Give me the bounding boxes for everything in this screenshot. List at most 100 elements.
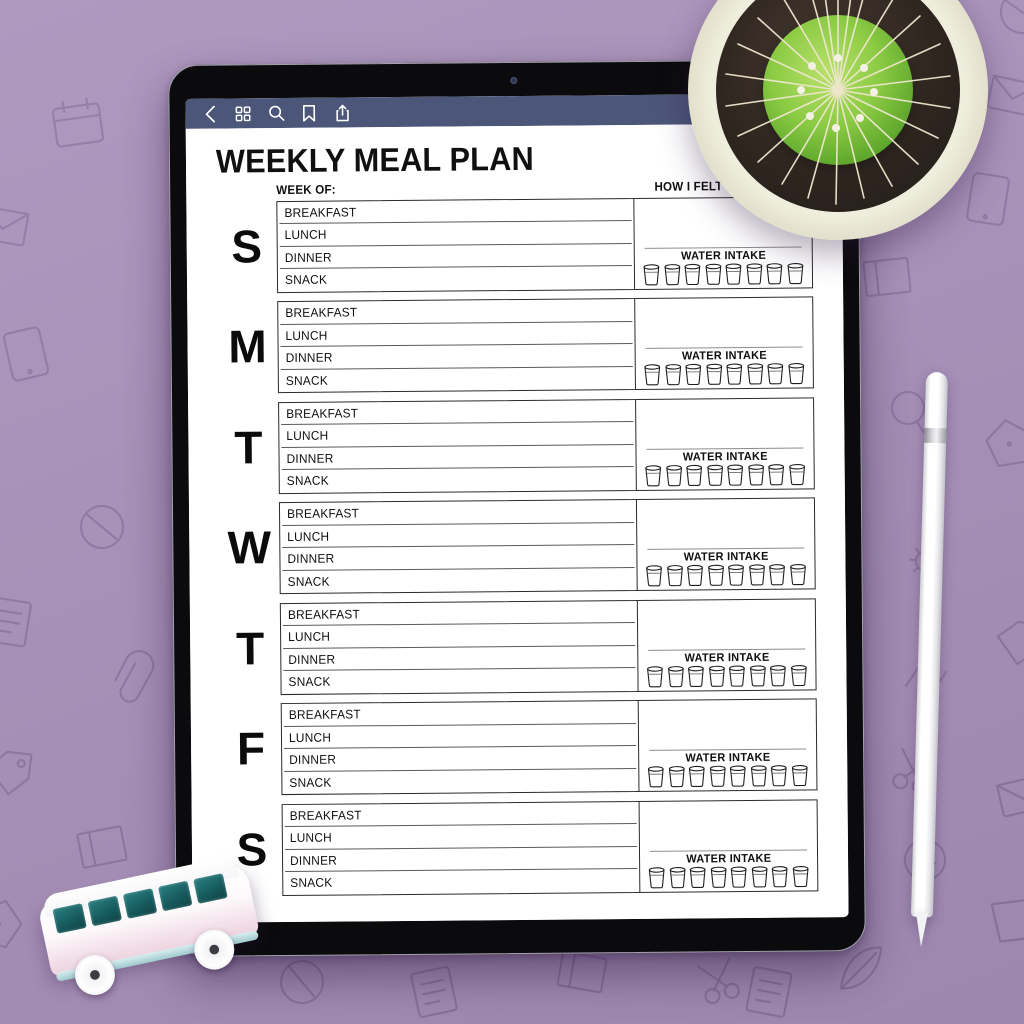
meal-field-snack[interactable]: SNACK	[283, 869, 639, 895]
water-glass-icon[interactable]	[769, 664, 788, 686]
water-glass-icon[interactable]	[647, 866, 666, 889]
how-i-felt-panel[interactable]: WATER INTAKE	[638, 599, 816, 691]
water-glass-icon[interactable]	[668, 866, 687, 888]
water-glass-icon[interactable]	[747, 564, 766, 586]
water-glass-icon[interactable]	[770, 765, 789, 787]
how-i-felt-panel[interactable]: WATER INTAKE	[635, 298, 813, 390]
meal-field-snack[interactable]: SNACK	[281, 668, 637, 694]
meal-field-lunch[interactable]: LUNCH	[283, 824, 639, 850]
meal-field-snack[interactable]: SNACK	[282, 769, 638, 795]
water-glass-icon[interactable]	[725, 363, 744, 385]
meal-field-breakfast[interactable]: BREAKFAST	[278, 299, 634, 325]
water-glass-icon[interactable]	[643, 364, 662, 386]
water-glass-icon[interactable]	[787, 463, 806, 485]
water-glass-icon[interactable]	[647, 766, 666, 788]
meal-field-breakfast[interactable]: BREAKFAST	[280, 500, 636, 526]
meal-field-dinner[interactable]: DINNER	[281, 646, 637, 672]
water-glass-icon[interactable]	[790, 765, 809, 787]
meal-field-breakfast[interactable]: BREAKFAST	[283, 802, 639, 828]
grid-icon[interactable]	[234, 105, 251, 122]
how-i-felt-panel[interactable]: WATER INTAKE	[637, 499, 815, 591]
meal-field-lunch[interactable]: LUNCH	[278, 322, 634, 348]
water-glass-icon[interactable]	[791, 865, 810, 887]
how-i-felt-panel[interactable]: WATER INTAKE	[636, 398, 814, 490]
water-glass-icon[interactable]	[663, 263, 682, 285]
meal-field-dinner[interactable]: DINNER	[283, 847, 639, 873]
water-glass-icon[interactable]	[686, 565, 705, 587]
water-glass-icon[interactable]	[708, 765, 727, 787]
meal-field-dinner[interactable]: DINNER	[282, 746, 638, 772]
water-glass-icon[interactable]	[727, 564, 746, 586]
meal-field-lunch[interactable]: LUNCH	[281, 623, 637, 649]
search-icon[interactable]	[267, 105, 284, 122]
meal-field-breakfast[interactable]: BREAKFAST	[279, 400, 635, 426]
meal-field-breakfast[interactable]: BREAKFAST	[281, 601, 637, 627]
water-glass-icon[interactable]	[687, 665, 706, 687]
water-glass-icon[interactable]	[745, 363, 764, 385]
meal-field-breakfast[interactable]: BREAKFAST	[282, 701, 638, 727]
meal-field-dinner[interactable]: DINNER	[279, 445, 635, 471]
meal-field-dinner[interactable]: DINNER	[278, 244, 634, 270]
water-glass-icon[interactable]	[726, 464, 745, 486]
meal-field-snack[interactable]: SNACK	[278, 266, 634, 292]
water-glass-icon[interactable]	[667, 766, 686, 788]
water-glass-icon[interactable]	[750, 865, 769, 888]
water-glass-icon[interactable]	[786, 363, 805, 385]
water-glass-icon[interactable]	[704, 363, 723, 386]
water-glass-icon[interactable]	[709, 866, 728, 888]
water-glass-icon[interactable]	[666, 665, 685, 687]
water-glass-icon[interactable]	[645, 565, 664, 587]
meal-field-snack[interactable]: SNACK	[279, 367, 635, 393]
water-glass-icon[interactable]	[706, 564, 725, 586]
water-glass-icon[interactable]	[664, 464, 683, 486]
water-glass-icon[interactable]	[663, 364, 682, 386]
water-glass-icon[interactable]	[768, 564, 787, 586]
water-glass-icon[interactable]	[646, 665, 665, 688]
water-glass-icon[interactable]	[728, 665, 747, 687]
water-glass-icon[interactable]	[685, 464, 704, 486]
meal-label-snack: SNACK	[286, 474, 329, 489]
water-glass-icon[interactable]	[705, 464, 724, 486]
water-intake-label: WATER INTAKE	[686, 852, 772, 866]
water-glass-icon[interactable]	[724, 263, 743, 285]
share-icon[interactable]	[333, 104, 350, 121]
water-glass-icon[interactable]	[745, 262, 764, 285]
water-glass-icon[interactable]	[684, 364, 703, 386]
water-glass-icon[interactable]	[688, 765, 707, 788]
water-glass-icon[interactable]	[688, 866, 707, 888]
water-glass-icon[interactable]	[786, 262, 805, 284]
meal-field-lunch[interactable]: LUNCH	[278, 221, 634, 247]
meal-field-lunch[interactable]: LUNCH	[282, 724, 638, 750]
meal-field-dinner[interactable]: DINNER	[279, 344, 635, 370]
water-glass-icon[interactable]	[767, 463, 786, 485]
water-glass-icon[interactable]	[729, 866, 748, 888]
water-glass-icon[interactable]	[729, 765, 748, 787]
back-icon[interactable]	[201, 105, 218, 122]
water-glass-icon[interactable]	[665, 565, 684, 587]
water-glass-icon[interactable]	[770, 865, 789, 887]
meal-label-snack: SNACK	[288, 675, 331, 690]
meal-field-snack[interactable]: SNACK	[281, 568, 637, 594]
water-glass-icon[interactable]	[683, 263, 702, 285]
water-glass-icon[interactable]	[644, 464, 663, 487]
meal-field-lunch[interactable]: LUNCH	[280, 523, 636, 549]
meal-field-dinner[interactable]: DINNER	[280, 545, 636, 571]
water-glass-icon[interactable]	[642, 263, 661, 286]
water-glass-icon[interactable]	[707, 665, 726, 687]
water-glass-icon[interactable]	[788, 564, 807, 586]
how-i-felt-panel[interactable]: WATER INTAKE	[640, 800, 818, 892]
meal-field-lunch[interactable]: LUNCH	[279, 422, 635, 448]
water-glass-icon[interactable]	[765, 262, 784, 284]
water-intake-label: WATER INTAKE	[684, 651, 770, 665]
how-i-felt-panel[interactable]: WATER INTAKE	[639, 700, 817, 792]
water-glass-icon[interactable]	[766, 363, 785, 385]
water-glass-icon[interactable]	[704, 263, 723, 285]
water-glass-icon[interactable]	[749, 765, 768, 787]
meal-field-snack[interactable]: SNACK	[280, 467, 636, 493]
water-glass-icon[interactable]	[789, 664, 808, 686]
bookmark-icon[interactable]	[300, 104, 317, 122]
water-glass-icon[interactable]	[746, 463, 765, 486]
meal-field-breakfast[interactable]: BREAKFAST	[277, 199, 633, 225]
day-rows-list: S BREAKFAST LUNCH DINNER SNACK WATER INTAKE M B…	[216, 196, 819, 896]
water-glass-icon[interactable]	[748, 664, 767, 687]
